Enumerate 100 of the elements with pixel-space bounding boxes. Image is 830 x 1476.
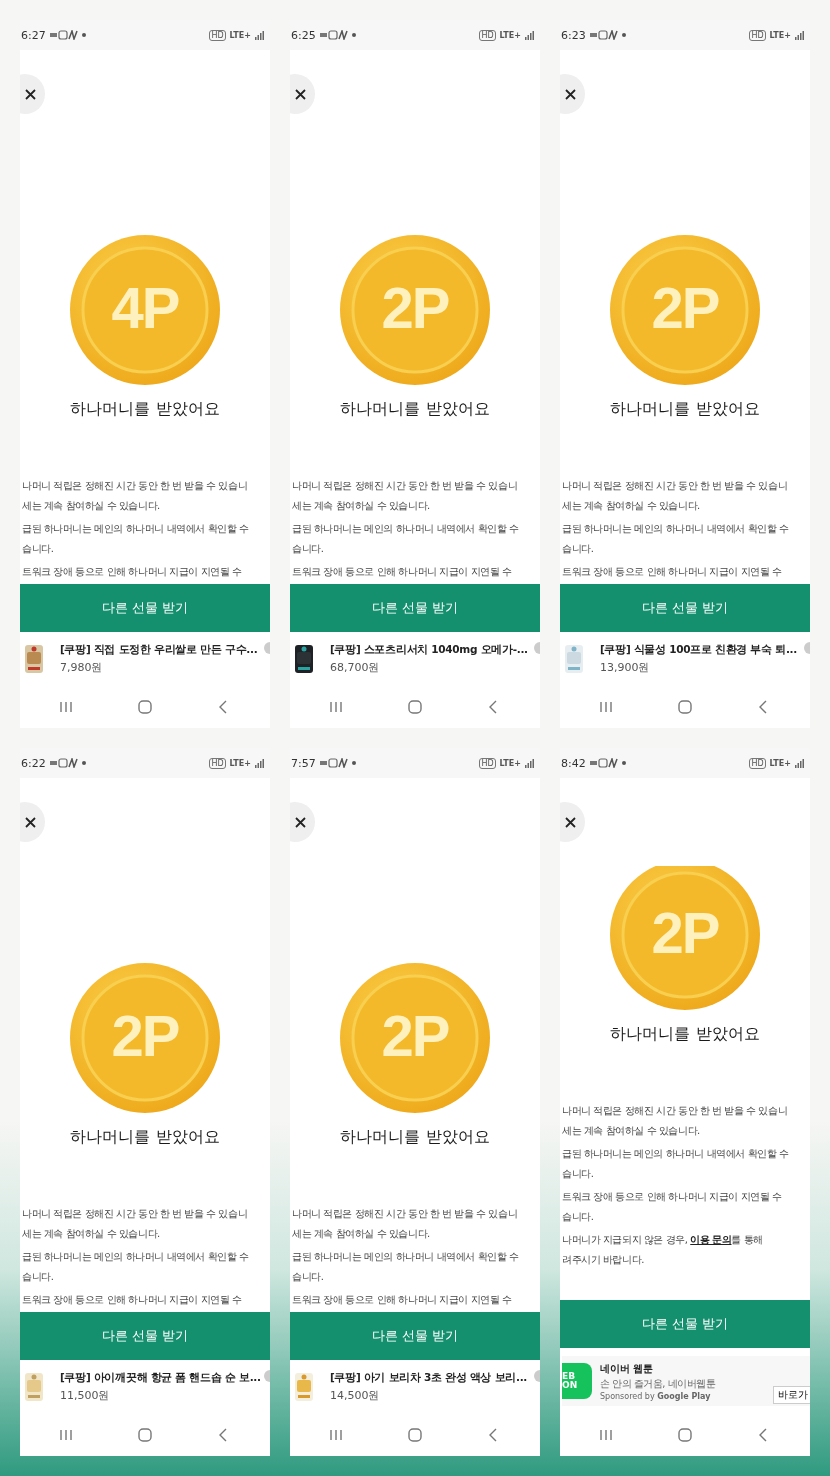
signal-icon (525, 758, 534, 768)
coin-label: 2P (381, 1002, 449, 1070)
notice-text: 세는 계속 참여하실 수 있습니다. (561, 499, 701, 513)
notice-text: 급된 하나머니는 메인의 하나머니 내역에서 확인할 수 (291, 522, 520, 536)
other-gift-button[interactable]: 다른 선물 받기 (290, 584, 540, 632)
notice-text: 트워크 장애 등으로 인해 하나머니 지급이 지연될 수 (561, 1190, 783, 1204)
coin-label: 2P (651, 899, 719, 967)
hd-badge: HD (479, 29, 496, 41)
app-logo-icon: EB ON (562, 1363, 592, 1399)
product-price: 13,900원 (600, 660, 651, 675)
product-title[interactable]: [쿠팡] 직접 도정한 우리쌀로 만든 구수... (60, 643, 258, 657)
home-icon[interactable] (677, 699, 693, 715)
notice-text: 급된 하나머니는 메인의 하나머니 내역에서 확인할 수 (561, 522, 790, 536)
recent-apps-icon[interactable] (327, 1427, 344, 1443)
coin-label: 2P (651, 274, 719, 342)
notice-text: 나머니 적립은 정해진 시간 동안 한 번 받을 수 있습니 (21, 479, 249, 493)
dot-icon (621, 761, 626, 765)
other-gift-button[interactable]: 다른 선물 받기 (290, 1312, 540, 1360)
ad-subtitle: 손 안의 즐거움, 네이버웹툰 (600, 1376, 716, 1391)
notification-icon (49, 30, 78, 40)
network-label: LTE+ (229, 30, 251, 40)
home-icon[interactable] (407, 699, 423, 715)
notice-text: 습니다. (561, 1210, 595, 1224)
status-time: 6:23 (561, 28, 586, 42)
recent-apps-icon[interactable] (327, 699, 344, 715)
signal-icon (795, 30, 804, 40)
other-gift-button[interactable]: 다른 선물 받기 (20, 584, 270, 632)
network-label: LTE+ (229, 758, 251, 768)
product-title[interactable]: [쿠팡] 스포츠리서치 1040mg 오메가-... (330, 643, 528, 657)
product-price: 14,500원 (330, 1388, 381, 1403)
recent-apps-icon[interactable] (57, 1427, 74, 1443)
notice-text: 나머니 적립은 정해진 시간 동안 한 번 받을 수 있습니 (561, 479, 789, 493)
hd-badge: HD (209, 757, 226, 769)
reward-title: 하나머니를 받았어요 (340, 1127, 490, 1148)
notice-text: 세는 계속 참여하실 수 있습니다. (561, 1124, 701, 1138)
status-time: 6:27 (21, 28, 46, 42)
other-gift-button[interactable]: 다른 선물 받기 (560, 1300, 810, 1348)
product-price: 68,700원 (330, 660, 381, 675)
product-title[interactable]: [쿠팡] 식물성 100프로 친환경 부숙 퇴... (600, 643, 797, 657)
notice-text: 습니다. (291, 542, 325, 556)
status-time: 6:25 (291, 28, 316, 42)
notice-text: 급된 하나머니는 메인의 하나머니 내역에서 확인할 수 (21, 522, 250, 536)
notification-icon (319, 30, 348, 40)
network-label: LTE+ (769, 758, 791, 768)
coin-label: 4P (111, 274, 179, 342)
reward-title: 하나머니를 받았어요 (610, 1024, 760, 1045)
close-icon (565, 816, 576, 828)
notice-text: 트워크 장애 등으로 인해 하나머니 지급이 지연될 수 (21, 565, 243, 579)
ad-title: 네이버 웹툰 (600, 1361, 655, 1376)
home-icon[interactable] (677, 1427, 693, 1443)
notification-icon (319, 758, 348, 768)
dot-icon (351, 33, 356, 37)
reward-title: 하나머니를 받았어요 (610, 399, 760, 420)
home-icon[interactable] (407, 1427, 423, 1443)
hd-badge: HD (749, 757, 766, 769)
reward-title: 하나머니를 받았어요 (340, 399, 490, 420)
dot-icon (621, 33, 626, 37)
sponsor-text: Sponsored by Google Play (600, 1391, 712, 1401)
close-icon (295, 88, 306, 100)
notice-text: 습니다. (561, 1167, 595, 1181)
signal-icon (525, 30, 534, 40)
hd-badge: HD (209, 29, 226, 41)
notice-text: 습니다. (561, 542, 595, 556)
go-button[interactable]: 바로가 (773, 1386, 810, 1404)
product-price: 7,980원 (60, 660, 104, 675)
inquiry-link[interactable]: 이용 문의 (690, 1234, 732, 1245)
notice-text: 나머니 적립은 정해진 시간 동안 한 번 받을 수 있습니 (561, 1104, 789, 1118)
notice-text: 트워크 장애 등으로 인해 하나머니 지급이 지연될 수 (291, 565, 513, 579)
notice-text: 세는 계속 참여하실 수 있습니다. (21, 499, 161, 513)
coin-label: 2P (111, 1002, 179, 1070)
notice-text: 트워크 장애 등으로 인해 하나머니 지급이 지연될 수 (21, 1293, 243, 1307)
product-title[interactable]: [쿠팡] 아기 보리차 3초 완성 액상 보리... (330, 1371, 527, 1385)
notice-text: 습니다. (21, 1270, 55, 1284)
signal-icon (255, 30, 264, 40)
home-icon[interactable] (137, 1427, 153, 1443)
notification-icon (589, 30, 618, 40)
close-icon (25, 816, 36, 828)
home-icon[interactable] (137, 699, 153, 715)
status-time: 7:57 (291, 756, 316, 770)
other-gift-button[interactable]: 다른 선물 받기 (560, 584, 810, 632)
notice-text: 려주시기 바랍니다. (561, 1253, 645, 1267)
notice-text: 습니다. (21, 542, 55, 556)
notice-text: 트워크 장애 등으로 인해 하나머니 지급이 지연될 수 (291, 1293, 513, 1307)
other-gift-button[interactable]: 다른 선물 받기 (20, 1312, 270, 1360)
notification-icon (49, 758, 78, 768)
notice-text: 습니다. (291, 1270, 325, 1284)
notice-text: 세는 계속 참여하실 수 있습니다. (291, 499, 431, 513)
hd-badge: HD (749, 29, 766, 41)
notice-text: 급된 하나머니는 메인의 하나머니 내역에서 확인할 수 (291, 1250, 520, 1264)
reward-title: 하나머니를 받았어요 (70, 1127, 220, 1148)
notice-text: 나머니 적립은 정해진 시간 동안 한 번 받을 수 있습니 (291, 1207, 519, 1221)
notice-text: 나머니가 지급되지 않은 경우, (562, 1234, 689, 1245)
ad-banner[interactable]: EB ON 네이버 웹툰 손 안의 즐거움, 네이버웹툰 Sponsored by Google Play 바로가 (562, 1356, 810, 1406)
product-title[interactable]: [쿠팡] 아이깨끗해 항균 폼 핸드솝 순 보... (60, 1371, 261, 1385)
recent-apps-icon[interactable] (597, 1427, 614, 1443)
status-time: 6:22 (21, 756, 46, 770)
dot-icon (81, 761, 86, 765)
recent-apps-icon[interactable] (597, 699, 614, 715)
notice-text: 를 통해 (731, 1234, 763, 1245)
recent-apps-icon[interactable] (57, 699, 74, 715)
